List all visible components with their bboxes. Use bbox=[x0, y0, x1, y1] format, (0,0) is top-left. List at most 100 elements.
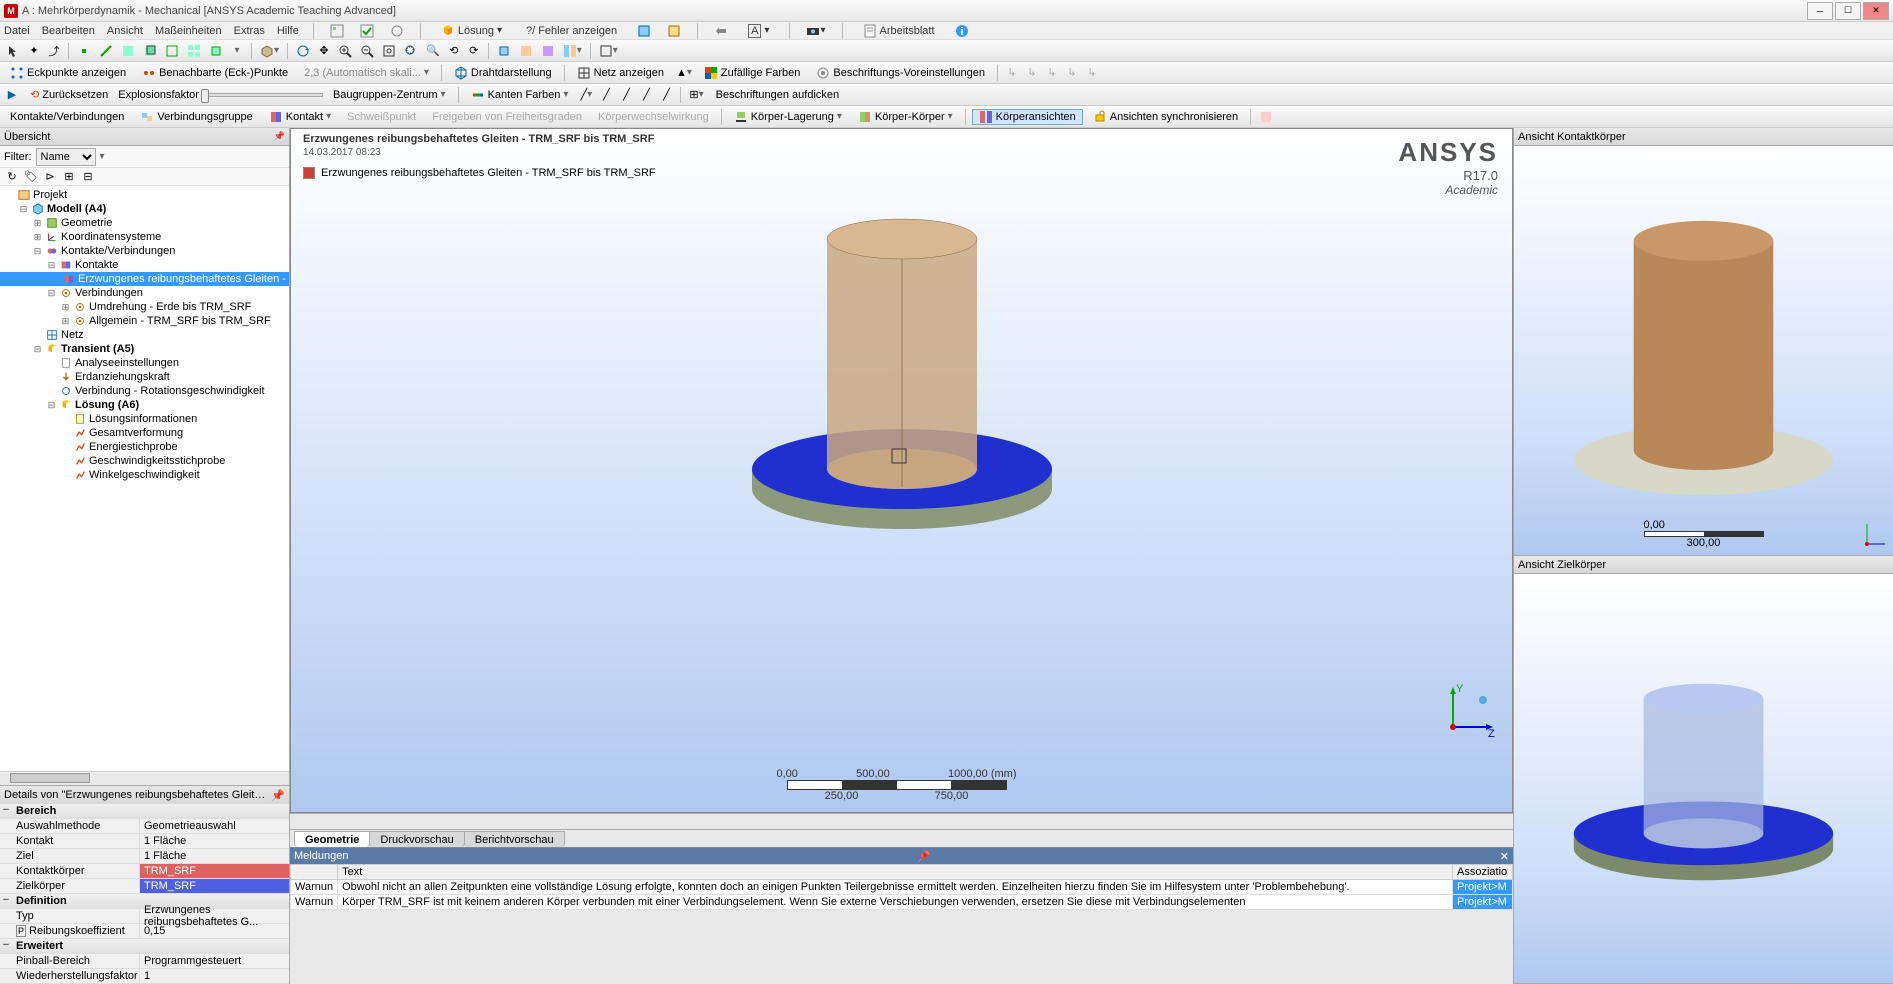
coord-icon[interactable]: ↳ bbox=[1004, 65, 1020, 81]
refresh-icon[interactable]: ↻ bbox=[4, 169, 20, 185]
zoom-in-icon[interactable] bbox=[336, 43, 354, 59]
details-row[interactable]: Kontakt1 Fläche bbox=[0, 834, 289, 849]
coord-icon[interactable]: ↳ bbox=[1064, 65, 1080, 81]
minimize-button[interactable]: ─ bbox=[1807, 2, 1833, 20]
body-body-dropdown[interactable]: Körper-Körper▾ bbox=[852, 109, 959, 125]
tree-node[interactable]: ⊟Transient (A5) bbox=[0, 342, 289, 356]
toolbar-icon[interactable] bbox=[358, 23, 376, 39]
viewport-layout-icon[interactable]: ▾ bbox=[597, 43, 620, 59]
show-vertices-button[interactable]: Eckpunkte anzeigen bbox=[4, 65, 132, 81]
details-row[interactable]: −Bereich bbox=[0, 804, 289, 819]
thicken-annotations-button[interactable]: Beschriftungen aufdicken bbox=[710, 87, 846, 103]
menu-ansicht[interactable]: Ansicht bbox=[107, 25, 143, 37]
edge-icon[interactable]: ╱ bbox=[658, 87, 674, 103]
target-body-viewport[interactable] bbox=[1514, 574, 1893, 983]
show-mesh-button[interactable]: Netz anzeigen bbox=[571, 65, 670, 81]
tab-geometrie[interactable]: Geometrie bbox=[294, 831, 370, 847]
toolbar-icon[interactable] bbox=[163, 43, 181, 59]
wireframe-button[interactable]: Drahtdarstellung bbox=[448, 65, 558, 81]
close-vertices-button[interactable]: Benachbarte (Eck-)Punkte bbox=[136, 65, 294, 81]
tree-node[interactable]: Energiestichprobe bbox=[0, 440, 289, 454]
prev-view-icon[interactable]: ⟲ bbox=[446, 43, 462, 59]
details-row[interactable]: TypErzwungenes reibungsbehaftetes G... bbox=[0, 909, 289, 924]
viewport-scrollbar[interactable] bbox=[290, 813, 1513, 829]
cursor-icon[interactable] bbox=[4, 43, 22, 59]
tree-node[interactable]: Analyseeinstellungen bbox=[0, 356, 289, 370]
autoscale-dropdown[interactable]: 2,3 (Automatisch skali...▾ bbox=[298, 65, 435, 81]
message-row[interactable]: WarnunKörper TRM_SRF ist mit keinem ande… bbox=[291, 895, 1513, 910]
toolbar-icon[interactable] bbox=[185, 43, 203, 59]
tree-node[interactable]: ⊟Modell (A4) bbox=[0, 202, 289, 216]
toolbar-icon[interactable]: ▾ bbox=[229, 43, 245, 59]
toolbar-icon[interactable] bbox=[1257, 109, 1275, 125]
toolbar-icon[interactable] bbox=[207, 43, 225, 59]
close-icon[interactable]: ✕ bbox=[1500, 850, 1509, 863]
details-row[interactable]: Pinball-BereichProgrammgesteuert bbox=[0, 954, 289, 969]
contact-body-viewport[interactable]: 0,00 300,00 bbox=[1514, 146, 1893, 555]
iso-view-icon[interactable]: ▾ bbox=[258, 43, 281, 59]
contact-dropdown[interactable]: Kontakt▾ bbox=[263, 109, 337, 125]
pin-icon[interactable]: 📌 bbox=[917, 850, 931, 863]
details-row[interactable]: AuswahlmethodeGeometrieauswahl bbox=[0, 819, 289, 834]
reset-button[interactable]: ⟲Zurücksetzen bbox=[24, 87, 114, 103]
pan-icon[interactable]: ✥ bbox=[316, 43, 332, 59]
look-at-icon[interactable] bbox=[495, 43, 513, 59]
toolbar-icon[interactable]: ▶ bbox=[4, 87, 20, 103]
messages-table[interactable]: Text Assoziatio WarnunObwohl nicht an al… bbox=[290, 864, 1513, 910]
menu-extras[interactable]: Extras bbox=[234, 25, 265, 37]
body-ground-dropdown[interactable]: Körper-Lagerung▾ bbox=[728, 109, 848, 125]
tree-node[interactable]: ⊟Lösung (A6) bbox=[0, 398, 289, 412]
close-button[interactable]: ✕ bbox=[1863, 2, 1889, 20]
model-3d[interactable] bbox=[732, 179, 1072, 599]
next-view-icon[interactable]: ⟳ bbox=[466, 43, 482, 59]
tree-node[interactable]: ⊟Verbindungen bbox=[0, 286, 289, 300]
tree-node[interactable]: Netz bbox=[0, 328, 289, 342]
details-row[interactable]: Ziel1 Fläche bbox=[0, 849, 289, 864]
tree-node[interactable]: Winkelgeschwindigkeit bbox=[0, 468, 289, 482]
maximize-button[interactable]: ☐ bbox=[1835, 2, 1861, 20]
details-row[interactable]: PReibungskoeffizient0,15 bbox=[0, 924, 289, 939]
toolbar-icon[interactable]: ✦ bbox=[26, 43, 42, 59]
body-views-button[interactable]: Körperansichten bbox=[972, 109, 1083, 125]
body-interaction-button[interactable]: Körperwechselwirkung bbox=[592, 109, 715, 125]
spotweld-button[interactable]: Schweißpunkt bbox=[341, 109, 422, 125]
menu-bearbeiten[interactable]: Bearbeiten bbox=[42, 25, 95, 37]
tree-node[interactable]: ⊟Kontakte bbox=[0, 258, 289, 272]
filter-dropdown[interactable]: Name bbox=[36, 148, 96, 166]
tree-node[interactable]: Verbindung - Rotationsgeschwindigkeit bbox=[0, 384, 289, 398]
random-colors-button[interactable]: Zufällige Farben bbox=[698, 65, 807, 81]
vertex-select-icon[interactable] bbox=[75, 43, 93, 59]
tree-node[interactable]: Erdanziehungskraft bbox=[0, 370, 289, 384]
zoom-out-icon[interactable] bbox=[358, 43, 376, 59]
contacts-button[interactable]: Kontakte/Verbindungen bbox=[4, 109, 130, 125]
toolbar-icon[interactable] bbox=[539, 43, 557, 59]
edge-icon[interactable]: ╱▾ bbox=[578, 87, 594, 103]
release-dof-button[interactable]: Freigeben von Freiheitsgraden bbox=[426, 109, 588, 125]
menu-datei[interactable]: Datei bbox=[4, 25, 30, 37]
toolbar-icon[interactable]: ▾ bbox=[561, 43, 584, 59]
message-row[interactable]: WarnunObwohl nicht an allen Zeitpunkten … bbox=[291, 880, 1513, 895]
zoom-box-icon[interactable] bbox=[402, 43, 420, 59]
tree-node[interactable]: Erzwungenes reibungsbehaftetes Gleiten -… bbox=[0, 272, 289, 286]
expand-icon[interactable]: ⊳ bbox=[42, 169, 58, 185]
edge-icon[interactable]: ╱ bbox=[598, 87, 614, 103]
edge-select-icon[interactable] bbox=[97, 43, 115, 59]
sync-views-button[interactable]: Ansichten synchronisieren bbox=[1087, 109, 1244, 125]
tree-node[interactable]: ⊟Kontakte/Verbindungen bbox=[0, 244, 289, 258]
toolbar-icon[interactable] bbox=[665, 23, 683, 39]
zoom-fit-icon[interactable] bbox=[380, 43, 398, 59]
info-icon[interactable]: i bbox=[953, 23, 971, 39]
text-annotation-button[interactable]: A▾ bbox=[742, 23, 775, 39]
toolbar-icon[interactable]: 🏷 bbox=[23, 169, 39, 185]
pin-icon[interactable]: 📌 bbox=[274, 131, 285, 142]
edge-colors-button[interactable]: Kanten Farben▾ bbox=[465, 87, 575, 103]
body-select-icon[interactable] bbox=[141, 43, 159, 59]
tree-node[interactable]: ⊞Koordinatensysteme bbox=[0, 230, 289, 244]
details-row[interactable]: ZielkörperTRM_SRF bbox=[0, 879, 289, 894]
worksheet-button[interactable]: Arbeitsblatt bbox=[857, 23, 941, 39]
pin-icon[interactable]: 📌 bbox=[271, 789, 285, 802]
toolbar-icon[interactable] bbox=[712, 23, 730, 39]
annotation-prefs-button[interactable]: Beschriftungs-Voreinstellungen bbox=[810, 65, 991, 81]
face-select-icon[interactable] bbox=[119, 43, 137, 59]
menu-masseinheiten[interactable]: Maßeinheiten bbox=[155, 25, 222, 37]
